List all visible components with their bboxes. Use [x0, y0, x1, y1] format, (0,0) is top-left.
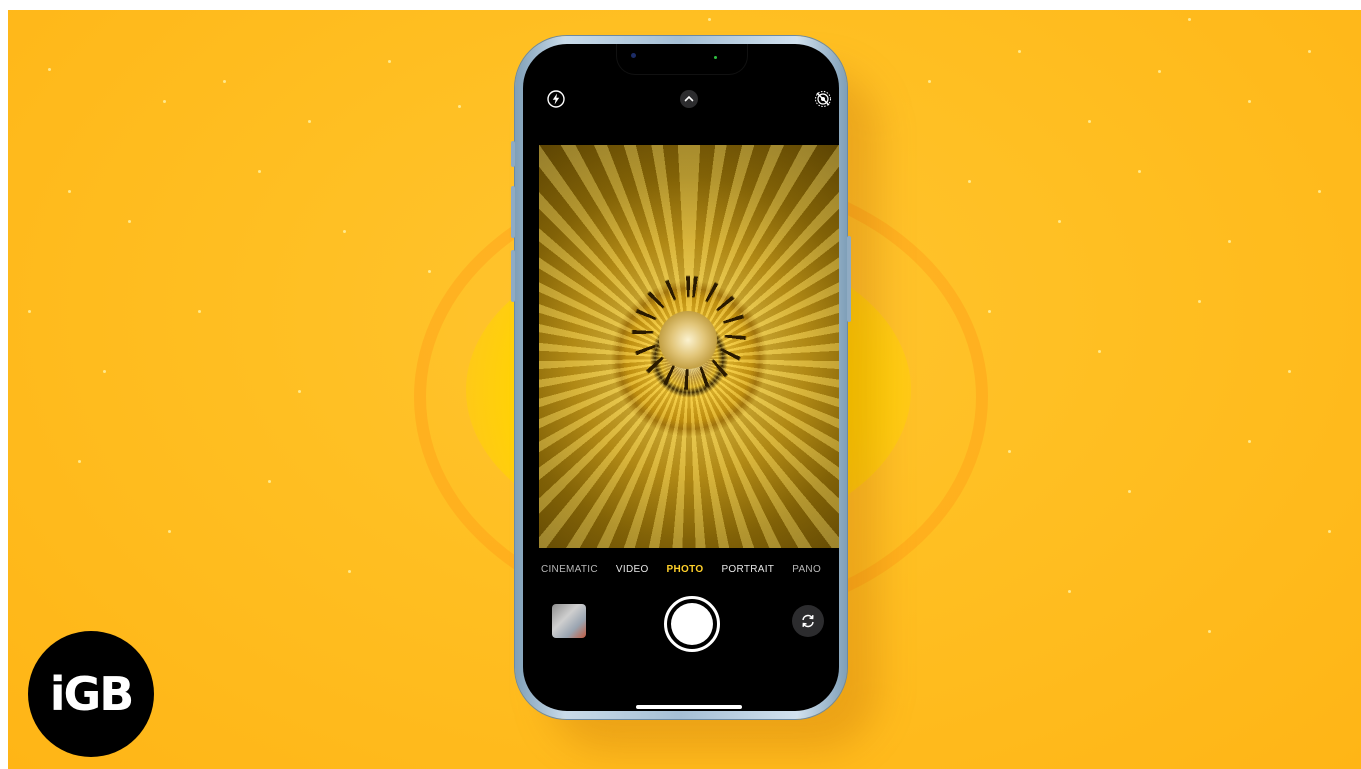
sparkle-dot [1008, 450, 1011, 453]
sparkle-dot [1248, 100, 1251, 103]
camera-viewfinder[interactable] [539, 145, 839, 548]
sparkle-dot [1198, 300, 1201, 303]
iphone-device: CINEMATIC VIDEO PHOTO PORTRAIT PANO [511, 36, 851, 719]
sparkle-dot [1208, 630, 1211, 633]
sparkle-dot [1248, 440, 1251, 443]
mode-cinematic[interactable]: CINEMATIC [541, 564, 598, 575]
sparkle-dot [388, 60, 391, 63]
shutter-inner [671, 603, 713, 645]
sparkle-dot [268, 480, 271, 483]
sparkle-dot [103, 370, 106, 373]
mode-video[interactable]: VIDEO [616, 564, 649, 575]
sparkle-dot [968, 180, 971, 183]
volume-down-button [511, 250, 515, 302]
sparkle-dot [28, 310, 31, 313]
volume-up-button [511, 186, 515, 238]
sparkle-dot [163, 100, 166, 103]
sparkle-dot [928, 80, 931, 83]
phone-screen: CINEMATIC VIDEO PHOTO PORTRAIT PANO [523, 44, 839, 711]
sparkle-dot [168, 530, 171, 533]
home-indicator[interactable] [636, 705, 742, 709]
sparkle-dot [1098, 350, 1101, 353]
sparkle-dot [78, 460, 81, 463]
sparkle-dot [1128, 490, 1131, 493]
sparkle-dot [1288, 370, 1291, 373]
notch [617, 44, 747, 74]
sparkle-dot [68, 190, 71, 193]
mode-photo[interactable]: PHOTO [667, 564, 704, 575]
sparkle-dot [988, 310, 991, 313]
mute-switch [511, 141, 515, 167]
sparkle-dot [1228, 240, 1231, 243]
sparkle-dot [1138, 170, 1141, 173]
flower-center [659, 311, 717, 369]
sparkle-dot [348, 570, 351, 573]
sparkle-dot [1068, 590, 1071, 593]
live-photo-off-icon[interactable] [814, 90, 832, 108]
sparkle-dot [258, 170, 261, 173]
mode-pano[interactable]: PANO [792, 564, 821, 575]
front-camera-icon [631, 53, 636, 58]
sparkle-dot [1058, 220, 1061, 223]
photo-thumbnail[interactable] [552, 604, 586, 638]
sparkle-dot [298, 390, 301, 393]
sparkle-dot [708, 18, 711, 21]
sparkle-dot [343, 230, 346, 233]
sparkle-dot [223, 80, 226, 83]
power-button [847, 236, 851, 322]
sparkle-dot [1308, 50, 1311, 53]
camera-indicator-icon [714, 56, 717, 59]
igb-logo: iGB [28, 631, 154, 757]
flash-icon[interactable] [547, 90, 565, 108]
sparkle-dot [428, 270, 431, 273]
sparkle-dot [1328, 530, 1331, 533]
shutter-button[interactable] [664, 596, 720, 652]
sparkle-dot [1088, 120, 1091, 123]
mode-portrait[interactable]: PORTRAIT [721, 564, 774, 575]
flip-camera-button[interactable] [792, 605, 824, 637]
chevron-up-icon[interactable] [680, 90, 698, 108]
camera-mode-selector[interactable]: CINEMATIC VIDEO PHOTO PORTRAIT PANO [523, 564, 839, 575]
sparkle-dot [1188, 18, 1191, 21]
sparkle-dot [1018, 50, 1021, 53]
sparkle-dot [1158, 70, 1161, 73]
sparkle-dot [198, 310, 201, 313]
sparkle-dot [458, 105, 461, 108]
sparkle-dot [128, 220, 131, 223]
flip-camera-icon [802, 614, 814, 628]
sparkle-dot [308, 120, 311, 123]
sparkle-dot [1318, 190, 1321, 193]
sparkle-dot [48, 68, 51, 71]
